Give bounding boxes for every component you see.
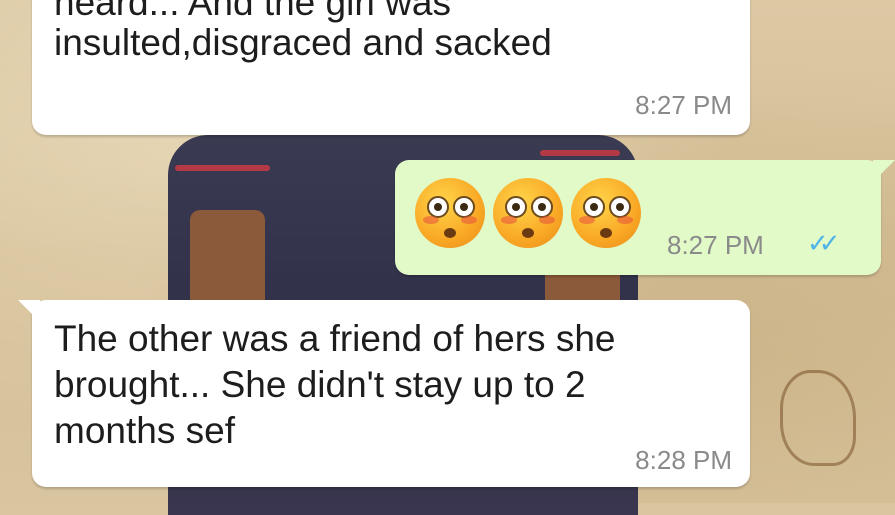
message-timestamp: 8:28 PM — [635, 445, 732, 475]
flushed-face-emoji — [493, 178, 563, 248]
message-bubble-incoming[interactable]: The other was a friend of hers she broug… — [18, 300, 750, 487]
message-timestamp: 8:27 PM — [667, 230, 764, 260]
message-bubble-incoming[interactable]: heard... And the girl was insulted,disgr… — [32, 0, 750, 135]
message-text: The other was a friend of hers she broug… — [54, 318, 616, 451]
wallpaper-stripe — [175, 165, 270, 171]
flushed-face-emoji — [415, 178, 485, 248]
message-text: insulted,disgraced and sacked — [54, 22, 552, 63]
message-bubble-outgoing[interactable]: 8:27 PM ✓✓ — [395, 160, 895, 275]
bubble-tail — [873, 160, 895, 182]
bubble-tail — [18, 300, 40, 322]
wallpaper-stripe — [540, 150, 620, 156]
wallpaper-doodle — [780, 370, 856, 466]
emoji-row — [415, 178, 641, 248]
flushed-face-emoji — [571, 178, 641, 248]
message-timestamp: 8:27 PM — [635, 90, 732, 120]
double-check-read-icon: ✓✓ — [807, 228, 840, 258]
